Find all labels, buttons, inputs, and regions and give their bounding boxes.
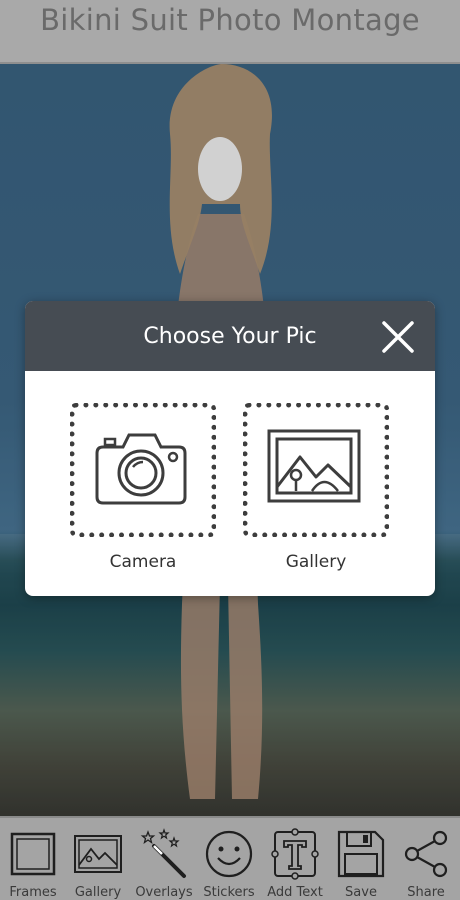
magic-wand-icon [138, 828, 190, 880]
toolbar-add-text-label: Add Text [267, 885, 323, 900]
toolbar-frames-button[interactable]: Frames [1, 826, 65, 900]
camera-option-button[interactable]: Camera [70, 403, 216, 573]
floppy-disk-icon [335, 828, 387, 880]
app-header: Bikini Suit Photo Montage [0, 0, 460, 64]
dialog-header: Choose Your Pic [25, 301, 435, 371]
gallery-option-label: Gallery [285, 552, 347, 572]
gallery-option-button[interactable]: Gallery [243, 403, 389, 573]
choose-pic-dialog: Choose Your Pic Camera Gallery [25, 301, 435, 596]
toolbar-gallery-label: Gallery [74, 885, 122, 900]
toolbar-save-button[interactable]: Save [329, 826, 393, 900]
frame-icon [7, 828, 59, 880]
toolbar-frames-label: Frames [9, 885, 57, 900]
toolbar-add-text-button[interactable]: Add Text [263, 826, 327, 900]
bottom-toolbar: Frames Gallery Overlays Stickers Add Tex… [0, 816, 460, 900]
toolbar-overlays-button[interactable]: Overlays [132, 826, 196, 900]
toolbar-gallery-button[interactable]: Gallery [66, 826, 130, 900]
image-icon [72, 828, 124, 880]
camera-option-label: Camera [109, 552, 177, 572]
toolbar-share-label: Share [407, 885, 445, 900]
toolbar-overlays-label: Overlays [135, 885, 193, 900]
share-icon [400, 828, 452, 880]
smiley-icon [203, 828, 255, 880]
close-icon[interactable] [380, 319, 416, 355]
text-icon [269, 828, 321, 880]
toolbar-stickers-button[interactable]: Stickers [197, 826, 261, 900]
toolbar-share-button[interactable]: Share [394, 826, 458, 900]
app-title: Bikini Suit Photo Montage [40, 3, 420, 37]
toolbar-save-label: Save [345, 885, 377, 900]
dialog-title: Choose Your Pic [143, 324, 317, 349]
camera-icon [93, 425, 189, 507]
toolbar-stickers-label: Stickers [203, 885, 255, 900]
image-icon [266, 425, 362, 507]
